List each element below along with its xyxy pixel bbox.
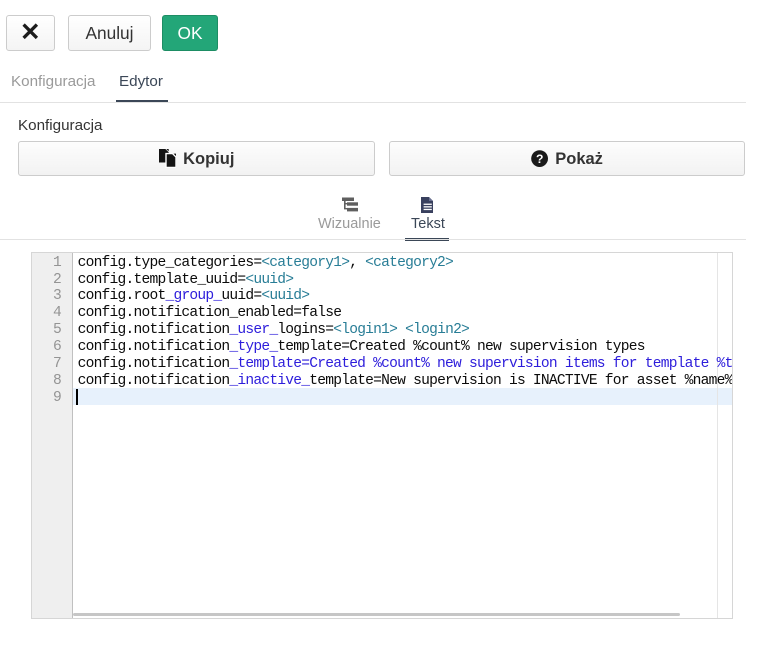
svg-text:?: ? [536, 152, 543, 166]
